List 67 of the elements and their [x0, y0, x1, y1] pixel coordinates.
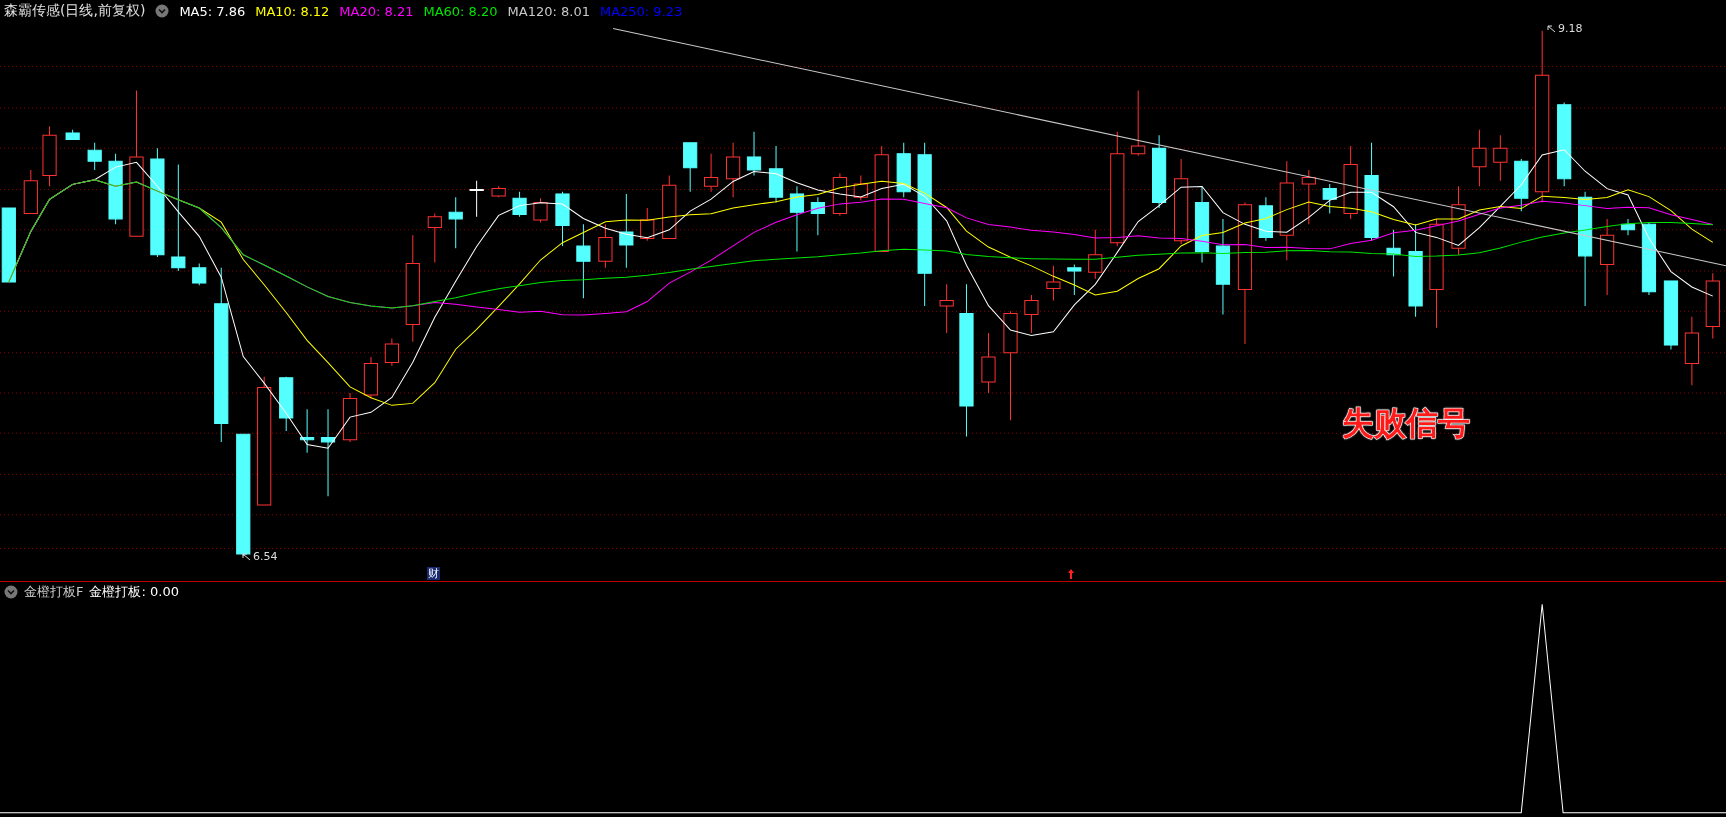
- candlestick: [533, 197, 548, 223]
- candlestick: [192, 263, 207, 286]
- candlestick: [726, 142, 741, 198]
- arrow-icon: [1547, 24, 1556, 33]
- candlestick: [746, 131, 762, 176]
- candlestick: [896, 142, 911, 198]
- event-marker[interactable]: 财: [427, 567, 440, 580]
- candlestick: [1472, 129, 1487, 187]
- candlestick: [1258, 196, 1273, 242]
- indicator-value: MA60: 8.20: [423, 3, 498, 19]
- dropdown-icon[interactable]: [4, 585, 18, 599]
- candlestick: [1684, 316, 1699, 386]
- candlestick: [384, 338, 399, 367]
- candlestick: [1705, 272, 1720, 340]
- candlestick: [981, 332, 996, 394]
- indicator-value: MA250: 9.23: [599, 3, 683, 19]
- high-price-label: 9.18: [1558, 22, 1583, 35]
- candlestick: [853, 174, 868, 201]
- marker-icon[interactable]: [1068, 569, 1074, 579]
- candlestick: [1046, 265, 1061, 301]
- candlestick: [704, 153, 719, 193]
- candlestick: [1514, 158, 1529, 212]
- candlestick: [1301, 169, 1316, 225]
- candlestick: [108, 153, 123, 225]
- candlestick: [1088, 229, 1103, 280]
- arrow-icon: [242, 552, 251, 561]
- candlestick: [363, 356, 379, 399]
- candlestick: [939, 283, 954, 334]
- candlestick: [1131, 90, 1146, 157]
- indicator-reading: 金橙打板: 0.00: [89, 583, 179, 601]
- candlestick: [1620, 218, 1636, 236]
- candlestick: [768, 145, 784, 204]
- candlestick: [789, 185, 805, 253]
- candlestick: [640, 207, 655, 242]
- candlestick: [1663, 280, 1679, 350]
- candlestick: [342, 392, 358, 443]
- candlestick: [1067, 264, 1082, 296]
- signal-annotation: 失败信号: [1342, 403, 1470, 444]
- candlestick: [512, 191, 527, 218]
- candlestick: [23, 169, 38, 214]
- candlestick: [300, 408, 315, 454]
- candlestick: [491, 185, 506, 198]
- dropdown-icon[interactable]: [155, 4, 170, 18]
- chart-title: 森霸传感(日线,前复权): [4, 2, 146, 20]
- candlestick: [469, 180, 484, 218]
- candlestick: [448, 196, 463, 249]
- candlestick: [1322, 183, 1337, 214]
- candlestick: [42, 125, 57, 187]
- candlestick: [555, 191, 570, 247]
- indicator-value: MA5: 7.86: [179, 3, 246, 19]
- indicator-title: 金橙打板F: [24, 583, 84, 601]
- low-price-label: 6.54: [253, 550, 278, 563]
- candlestick: [683, 142, 698, 193]
- candlestick: [1024, 294, 1039, 334]
- candlestick: [1451, 185, 1466, 256]
- indicator-value: MA120: 8.01: [507, 3, 590, 19]
- candlestick: [427, 212, 442, 263]
- candlestick: [1386, 229, 1401, 278]
- candlestick: [662, 174, 677, 239]
- indicator-value: MA20: 8.21: [339, 3, 414, 19]
- candlestick: [810, 196, 825, 236]
- candlestick: [1493, 134, 1508, 182]
- candlestick: [65, 129, 80, 140]
- candlestick: [598, 223, 613, 269]
- candlestick: [279, 376, 294, 432]
- candlestick: [87, 142, 102, 171]
- indicator-value: MA10: 8.12: [255, 3, 330, 19]
